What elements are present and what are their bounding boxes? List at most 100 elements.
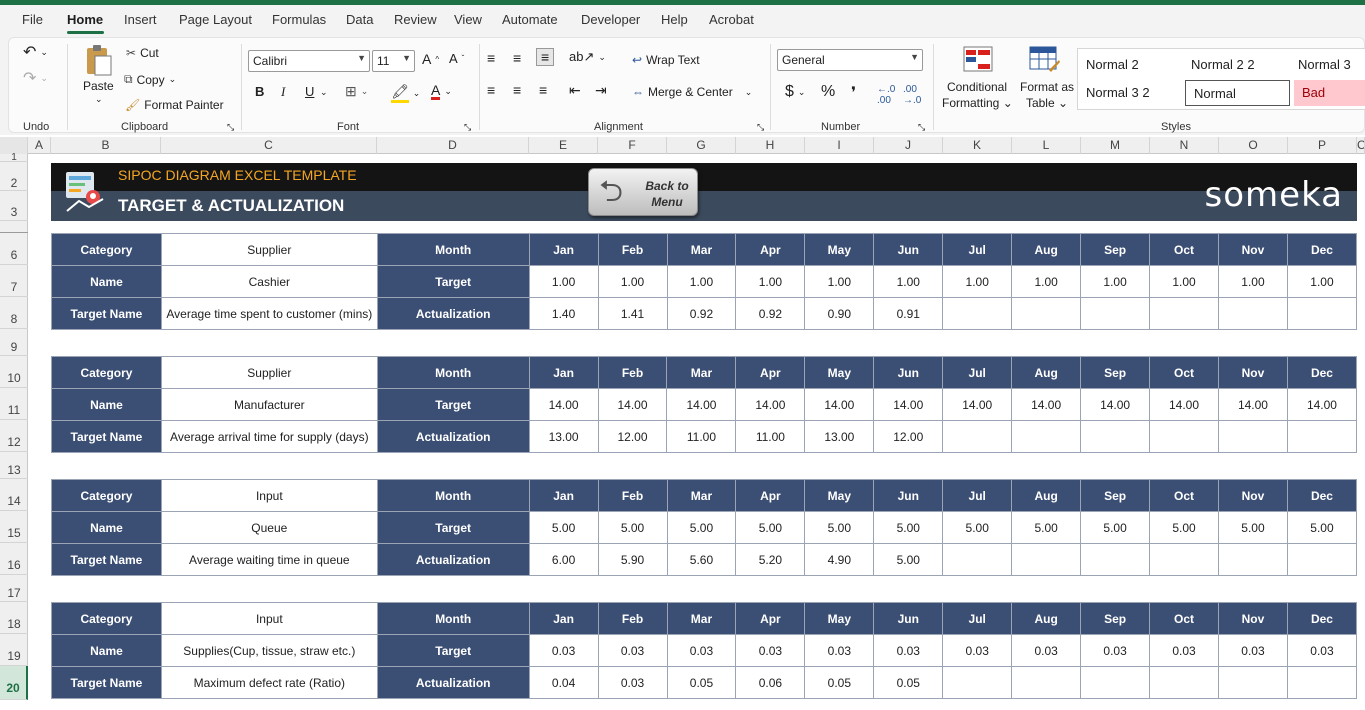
- target-value-cell[interactable]: 14.00: [666, 388, 737, 421]
- row-label-cell[interactable]: Name: [51, 634, 162, 667]
- actual-value-cell[interactable]: [1011, 420, 1082, 453]
- font-size-combo[interactable]: 11 ▼: [372, 50, 415, 72]
- format-painter-button[interactable]: 🖌 Format Painter: [125, 98, 224, 112]
- target-value-cell[interactable]: 1.00: [1286, 265, 1358, 298]
- target-value-cell[interactable]: 14.00: [804, 388, 875, 421]
- value-cell[interactable]: Supplies(Cup, tissue, straw etc.): [160, 634, 378, 667]
- value-cell[interactable]: Maximum defect rate (Ratio): [160, 666, 378, 699]
- value-cell[interactable]: Average arrival time for supply (days): [160, 420, 378, 453]
- target-value-cell[interactable]: 0.03: [1080, 634, 1151, 667]
- underline-button[interactable]: U: [305, 84, 314, 99]
- target-value-cell[interactable]: 14.00: [1011, 388, 1082, 421]
- row-label-cell[interactable]: Name: [51, 511, 162, 544]
- month-header-cell[interactable]: Jan: [528, 233, 599, 266]
- actual-value-cell[interactable]: 5.60: [666, 543, 737, 576]
- month-header-cell[interactable]: Jul: [942, 233, 1013, 266]
- target-value-cell[interactable]: 1.00: [804, 265, 875, 298]
- style-normal[interactable]: Normal: [1185, 80, 1290, 106]
- dialog-launcher-icon[interactable]: ⤡: [918, 122, 925, 133]
- value-cell[interactable]: Supplier: [160, 233, 378, 266]
- actual-value-cell[interactable]: 0.92: [666, 297, 737, 330]
- month-header-cell[interactable]: Apr: [735, 602, 806, 635]
- month-header-cell[interactable]: Aug: [1011, 602, 1082, 635]
- month-header-cell[interactable]: May: [804, 479, 875, 512]
- actual-value-cell[interactable]: 12.00: [597, 420, 668, 453]
- actual-value-cell[interactable]: 1.40: [528, 297, 599, 330]
- actual-value-cell[interactable]: [1080, 420, 1151, 453]
- row-label-cell[interactable]: Actualization: [376, 543, 530, 576]
- actual-value-cell[interactable]: 0.91: [873, 297, 944, 330]
- actual-value-cell[interactable]: [1218, 297, 1288, 330]
- style-normal-2-2[interactable]: Normal 2 2: [1183, 52, 1263, 78]
- month-header-cell[interactable]: Apr: [735, 233, 806, 266]
- month-header-cell[interactable]: Feb: [597, 356, 668, 389]
- month-header-cell[interactable]: Sep: [1080, 602, 1151, 635]
- row-header[interactable]: 13: [0, 452, 28, 479]
- actual-value-cell[interactable]: [1149, 420, 1219, 453]
- target-value-cell[interactable]: 14.00: [597, 388, 668, 421]
- column-header[interactable]: P: [1288, 137, 1357, 154]
- month-header-cell[interactable]: Oct: [1149, 233, 1219, 266]
- conditional-formatting-button[interactable]: Conditional Formatting ⌄: [942, 79, 1013, 111]
- actual-value-cell[interactable]: 5.00: [873, 543, 944, 576]
- actual-value-cell[interactable]: [1149, 543, 1219, 576]
- column-header[interactable]: L: [1012, 137, 1081, 154]
- row-header[interactable]: 17: [0, 575, 28, 602]
- row-header[interactable]: 2: [0, 162, 28, 191]
- tab-review[interactable]: Review: [394, 12, 437, 27]
- value-cell[interactable]: Manufacturer: [160, 388, 378, 421]
- actual-value-cell[interactable]: [1011, 666, 1082, 699]
- actual-value-cell[interactable]: [942, 297, 1013, 330]
- actual-value-cell[interactable]: [1080, 666, 1151, 699]
- month-header-cell[interactable]: Feb: [597, 233, 668, 266]
- row-label-cell[interactable]: Month: [376, 479, 530, 512]
- paste-icon[interactable]: [83, 44, 113, 76]
- row-label-cell[interactable]: Target: [376, 634, 530, 667]
- target-value-cell[interactable]: 5.00: [804, 511, 875, 544]
- style-bad[interactable]: Bad: [1294, 80, 1365, 106]
- tab-page-layout[interactable]: Page Layout: [179, 12, 252, 27]
- row-header[interactable]: 8: [0, 297, 28, 329]
- row-label-cell[interactable]: Actualization: [376, 420, 530, 453]
- row-header[interactable]: 12: [0, 420, 28, 452]
- dialog-launcher-icon[interactable]: ⤡: [757, 122, 764, 133]
- actual-value-cell[interactable]: 0.92: [735, 297, 806, 330]
- target-value-cell[interactable]: 0.03: [735, 634, 806, 667]
- increase-font-icon[interactable]: A ^: [422, 51, 439, 67]
- row-header[interactable]: 3: [0, 191, 28, 221]
- actual-value-cell[interactable]: 4.90: [804, 543, 875, 576]
- value-cell[interactable]: Input: [160, 602, 378, 635]
- tab-file[interactable]: File: [22, 12, 43, 27]
- target-value-cell[interactable]: 5.00: [735, 511, 806, 544]
- target-value-cell[interactable]: 0.03: [1286, 634, 1358, 667]
- cut-button[interactable]: ✂ Cut: [126, 46, 159, 60]
- target-value-cell[interactable]: 14.00: [735, 388, 806, 421]
- row-header[interactable]: 19: [0, 634, 28, 666]
- number-format-combo[interactable]: General ▼: [777, 49, 923, 71]
- tab-acrobat[interactable]: Acrobat: [709, 12, 754, 27]
- target-value-cell[interactable]: 14.00: [873, 388, 944, 421]
- actual-value-cell[interactable]: [1286, 297, 1358, 330]
- actual-value-cell[interactable]: 0.03: [597, 666, 668, 699]
- month-header-cell[interactable]: Feb: [597, 479, 668, 512]
- month-header-cell[interactable]: Jul: [942, 479, 1013, 512]
- font-name-combo[interactable]: Calibri ▼: [248, 50, 370, 72]
- target-value-cell[interactable]: 5.00: [1080, 511, 1151, 544]
- month-header-cell[interactable]: Jan: [528, 356, 599, 389]
- month-header-cell[interactable]: Jul: [942, 602, 1013, 635]
- row-label-cell[interactable]: Target: [376, 511, 530, 544]
- align-center-icon[interactable]: ≡: [513, 82, 521, 98]
- target-value-cell[interactable]: 0.03: [1011, 634, 1082, 667]
- target-value-cell[interactable]: 5.00: [1011, 511, 1082, 544]
- column-header[interactable]: C: [161, 137, 377, 154]
- bold-button[interactable]: B: [255, 84, 264, 99]
- target-value-cell[interactable]: 0.03: [942, 634, 1013, 667]
- actual-value-cell[interactable]: 0.90: [804, 297, 875, 330]
- actual-value-cell[interactable]: 5.20: [735, 543, 806, 576]
- dialog-launcher-icon[interactable]: ⤡: [464, 122, 471, 133]
- align-middle-icon[interactable]: ≡: [513, 50, 521, 66]
- column-header[interactable]: M: [1081, 137, 1150, 154]
- month-header-cell[interactable]: Jun: [873, 479, 944, 512]
- decrease-decimal-icon[interactable]: .00 →.0: [903, 84, 921, 106]
- row-label-cell[interactable]: Category: [51, 356, 162, 389]
